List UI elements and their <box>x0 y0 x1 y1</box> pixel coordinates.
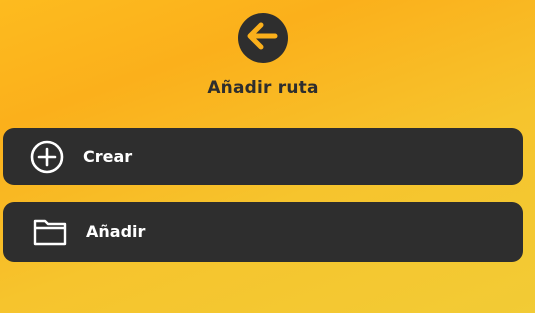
page-title: Añadir ruta <box>207 78 319 98</box>
create-route-label: Crear <box>83 147 133 166</box>
back-button[interactable] <box>238 13 288 63</box>
arrow-left-icon <box>247 22 279 54</box>
add-route-button[interactable]: Añadir <box>3 202 523 262</box>
folder-icon <box>31 216 69 248</box>
create-route-button[interactable]: Crear <box>3 128 523 185</box>
add-route-label: Añadir <box>86 222 146 241</box>
plus-circle-icon <box>29 140 65 174</box>
